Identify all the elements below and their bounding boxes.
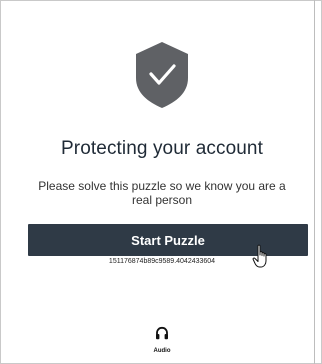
window-edge-divider xyxy=(314,0,315,364)
headphones-icon xyxy=(156,326,168,340)
session-id-text: 151176874b89c9589.4042433604 xyxy=(108,258,216,265)
audio-label: Audio xyxy=(153,348,171,354)
hand-pointer-cursor-icon xyxy=(252,244,267,268)
puzzle-dialog: Protecting your account Please solve thi… xyxy=(0,0,322,364)
instruction-text: Please solve this puzzle so we know you … xyxy=(38,179,286,207)
audio-challenge-button[interactable]: Audio xyxy=(147,326,177,360)
page-title: Protecting your account xyxy=(61,138,263,159)
shield-check-icon xyxy=(136,42,188,108)
